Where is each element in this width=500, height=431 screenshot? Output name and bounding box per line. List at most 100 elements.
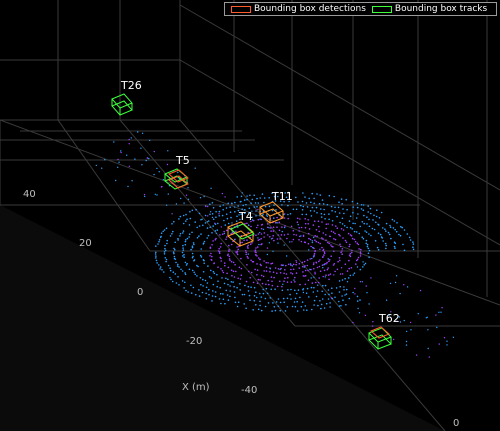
lidar-point <box>273 239 275 242</box>
lidar-point <box>322 275 325 278</box>
lidar-point <box>127 185 129 188</box>
lidar-point <box>394 228 397 231</box>
lidar-point <box>304 218 307 220</box>
lidar-point <box>341 223 344 225</box>
lidar-point <box>160 235 162 238</box>
lidar-point <box>304 283 307 286</box>
lidar-point <box>257 208 259 211</box>
lidar-point <box>281 226 283 228</box>
lidar-point <box>441 307 443 309</box>
lidar-point <box>236 286 238 289</box>
lidar-point <box>179 215 182 218</box>
lidar-point <box>329 235 332 238</box>
lidar-point <box>277 268 280 270</box>
lidar-point <box>286 237 288 240</box>
lidar-point <box>270 276 273 278</box>
lidar-point <box>171 233 173 235</box>
lidar-point <box>394 247 396 249</box>
lidar-point <box>181 270 184 272</box>
lidar-point <box>160 186 163 188</box>
lidar-point <box>307 232 310 235</box>
lidar-point <box>225 238 227 240</box>
lidar-point <box>265 283 267 286</box>
lidar-point <box>319 194 322 196</box>
lidar-point <box>261 223 264 226</box>
lidar-point <box>214 222 216 224</box>
lidar-point <box>268 205 271 208</box>
x-tick-label: 40 <box>23 189 36 200</box>
lidar-point <box>294 297 297 300</box>
lidar-point <box>191 231 193 234</box>
lidar-point <box>209 211 212 213</box>
lidar-point <box>255 296 258 299</box>
lidar-point <box>335 225 337 227</box>
lidar-point <box>246 198 248 201</box>
lidar-point <box>277 242 279 244</box>
lidar-point <box>316 235 318 238</box>
lidar-point <box>210 277 213 279</box>
lidar-point <box>375 221 377 224</box>
lidar-point <box>315 295 318 298</box>
lidar-point <box>253 299 256 302</box>
lidar-point <box>257 218 260 221</box>
lidar-point <box>348 267 351 270</box>
lidar-point <box>271 284 274 287</box>
lidar-point <box>268 197 271 199</box>
lidar-point <box>263 236 265 238</box>
lidar-point <box>428 356 430 358</box>
lidar-point <box>390 237 392 240</box>
lidar-point <box>292 263 295 266</box>
lidar-point <box>193 243 195 246</box>
lidar-point <box>443 337 446 339</box>
lidar-point <box>203 240 206 243</box>
lidar-point <box>187 198 190 200</box>
lidar-point <box>222 204 225 206</box>
lidar-point <box>293 301 296 303</box>
lidar-point <box>175 282 178 284</box>
lidar-point <box>117 166 119 168</box>
lidar-point <box>319 248 321 250</box>
lidar-point <box>291 305 294 308</box>
lidar-point <box>95 164 98 167</box>
lidar-point <box>325 302 328 305</box>
lidar-point <box>250 202 252 204</box>
lidar-point <box>262 275 265 278</box>
lidar-point <box>257 278 260 281</box>
lidar-point <box>330 205 333 208</box>
lidar-point <box>227 253 229 256</box>
lidar-point <box>227 266 230 269</box>
lidar-point <box>309 238 312 241</box>
lidar-point <box>219 292 222 295</box>
lidar-point <box>185 194 188 196</box>
lidar-point <box>371 227 374 230</box>
lidar-point <box>326 261 328 264</box>
lidar-point <box>191 209 194 212</box>
lidar-point <box>270 227 272 229</box>
lidar-point <box>126 154 128 156</box>
lidar-point <box>238 266 241 269</box>
lidar-point <box>299 283 301 286</box>
lidar-point <box>389 224 391 227</box>
lidar-point <box>356 300 359 302</box>
lidar-point <box>251 198 254 201</box>
lidar-point <box>277 298 280 300</box>
lidar-point <box>366 292 368 294</box>
lidar-point <box>207 265 209 267</box>
lidar-point <box>308 249 310 251</box>
track-label: T11 <box>271 190 293 203</box>
lidar-point <box>370 234 372 237</box>
lidar-point <box>218 213 220 215</box>
lidar-point <box>291 265 294 267</box>
lidar-point <box>279 238 281 240</box>
lidar-point <box>333 274 335 276</box>
lidar-point <box>235 220 238 222</box>
lidar-point <box>228 258 231 260</box>
lidar-point <box>313 286 315 289</box>
lidar-point <box>353 230 356 233</box>
lidar-point <box>304 196 306 198</box>
lidar-point <box>173 247 175 250</box>
lidar-point <box>158 264 160 266</box>
lidar-point <box>264 305 267 308</box>
lidar-point <box>346 281 349 283</box>
lidar-point <box>234 206 236 208</box>
